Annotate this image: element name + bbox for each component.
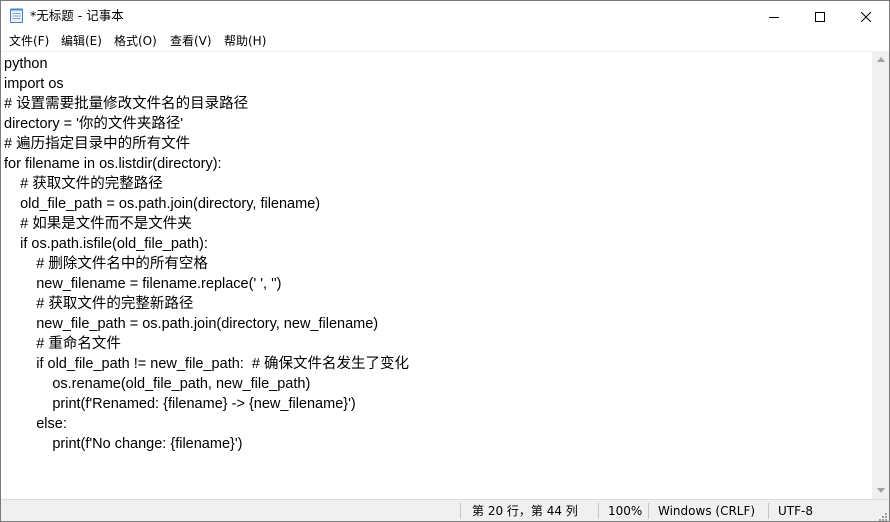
notepad-icon [10, 8, 23, 23]
title-bar[interactable]: *无标题 - 记事本 [1, 1, 889, 31]
menu-edit[interactable]: 编辑(E) [61, 31, 102, 51]
line-ending: Windows (CRLF) [658, 504, 756, 518]
text-editor[interactable]: python import os # 设置需要批量修改文件名的目录路径 directo… [1, 51, 872, 500]
close-button[interactable] [843, 1, 889, 31]
code-line: for filename in os.listdir(directory): [4, 156, 222, 172]
zoom-level: 100% [608, 504, 643, 518]
status-divider [460, 503, 461, 519]
code-line: new_file_path = os.path.join(directory, … [4, 316, 379, 332]
code-line: # 获取文件的完整路径 [4, 176, 163, 192]
code-line: new_filename = filename.replace(' ', '') [4, 276, 282, 292]
maximize-button[interactable] [797, 1, 843, 31]
menu-help[interactable]: 帮助(H) [224, 31, 266, 51]
code-line: old_file_path = os.path.join(directory, … [4, 196, 321, 212]
code-line: python [4, 56, 48, 72]
code-line: else: [4, 416, 67, 432]
minimize-icon [769, 7, 779, 26]
menu-file[interactable]: 文件(F) [9, 31, 49, 51]
code-line: import os [4, 76, 64, 92]
status-divider [648, 503, 649, 519]
code-line: if old_file_path != new_file_path: # 确保文… [4, 356, 409, 372]
notepad-window: *无标题 - 记事本 文件(F) 编辑(E) 格式(O) 查看(V) 帮助(H)… [0, 0, 890, 522]
status-divider [768, 503, 769, 519]
minimize-button[interactable] [751, 1, 797, 31]
resize-grip-icon[interactable] [877, 510, 887, 521]
code-line: directory = '你的文件夹路径' [4, 116, 184, 132]
code-line: print(f'No change: {filename}') [4, 436, 243, 452]
code-line: print(f'Renamed: {filename} -> {new_file… [4, 396, 356, 412]
code-line: if os.path.isfile(old_file_path): [4, 236, 208, 252]
code-line: # 设置需要批量修改文件名的目录路径 [4, 96, 249, 112]
code-line: # 重命名文件 [4, 336, 121, 352]
menu-format[interactable]: 格式(O) [114, 31, 157, 51]
vertical-scrollbar[interactable] [872, 51, 889, 499]
status-divider [598, 503, 599, 519]
code-line: # 遍历指定目录中的所有文件 [4, 136, 191, 152]
editor-content: python import os # 设置需要批量修改文件名的目录路径 directo… [4, 54, 409, 454]
menu-bar: 文件(F) 编辑(E) 格式(O) 查看(V) 帮助(H) [1, 31, 889, 51]
cursor-position: 第 20 行，第 44 列 [472, 504, 578, 518]
scroll-up-icon[interactable] [872, 51, 889, 68]
code-line: # 如果是文件而不是文件夹 [4, 216, 192, 232]
maximize-icon [815, 7, 825, 26]
scroll-down-icon[interactable] [872, 482, 889, 499]
close-icon [860, 7, 872, 26]
window-title: *无标题 - 记事本 [30, 8, 124, 23]
status-bar: 第 20 行，第 44 列 100% Windows (CRLF) UTF-8 [1, 499, 889, 521]
encoding: UTF-8 [778, 504, 813, 518]
code-line: # 获取文件的完整新路径 [4, 296, 194, 312]
menu-view[interactable]: 查看(V) [170, 31, 212, 51]
code-line: os.rename(old_file_path, new_file_path) [4, 376, 311, 392]
code-line: # 删除文件名中的所有空格 [4, 256, 208, 272]
